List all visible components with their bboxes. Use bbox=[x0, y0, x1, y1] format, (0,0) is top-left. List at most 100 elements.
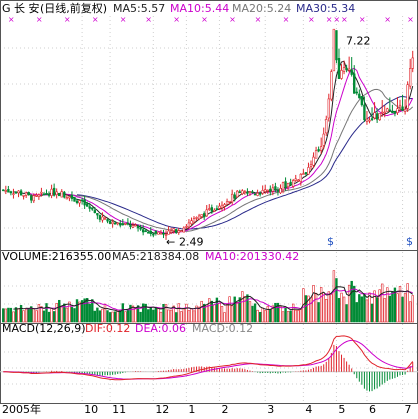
volume-bar bbox=[24, 308, 28, 323]
candle-body bbox=[325, 119, 328, 134]
volume-bar bbox=[233, 296, 236, 323]
volume-bar bbox=[17, 308, 20, 323]
candle-body bbox=[208, 208, 211, 210]
event-marker: × bbox=[36, 15, 43, 24]
candle-body bbox=[378, 113, 381, 120]
volume-bar bbox=[317, 302, 320, 323]
candle-body bbox=[149, 230, 152, 235]
candle-body bbox=[340, 70, 343, 79]
candle-body bbox=[246, 192, 249, 194]
x-tick-label: 4 bbox=[305, 403, 312, 415]
volume-bar bbox=[91, 299, 94, 323]
volume-bar bbox=[360, 296, 364, 323]
volume-bar bbox=[192, 310, 196, 323]
volume-bar bbox=[75, 299, 79, 323]
candle-body bbox=[383, 111, 386, 114]
volume-bar bbox=[297, 310, 300, 323]
volume-bar bbox=[253, 303, 257, 323]
volume-bar bbox=[4, 308, 8, 323]
volume-bar bbox=[177, 303, 180, 323]
candle-body bbox=[139, 227, 142, 230]
candle-body bbox=[368, 119, 371, 122]
volume-bar bbox=[304, 295, 308, 323]
candle-body bbox=[401, 106, 404, 111]
volume-bar bbox=[175, 312, 178, 323]
volume-bar bbox=[279, 306, 282, 323]
candle-body bbox=[269, 188, 272, 192]
volume-bar bbox=[103, 303, 107, 323]
candle-body bbox=[27, 192, 30, 196]
volume-bar bbox=[274, 302, 277, 323]
x-tick-label: 3 bbox=[267, 403, 274, 415]
x-tick-label: 1 bbox=[188, 403, 195, 415]
candle-body bbox=[159, 232, 163, 235]
candle-body bbox=[358, 93, 361, 99]
volume-bar bbox=[355, 302, 358, 323]
candle-body bbox=[42, 193, 46, 196]
ma20-label: MA20:5.24 bbox=[232, 2, 291, 15]
info-mark-1[interactable]: $ bbox=[327, 235, 334, 248]
volume-bar bbox=[12, 311, 15, 323]
volume-bar bbox=[55, 303, 58, 323]
candle-body bbox=[337, 58, 341, 79]
candle-body bbox=[243, 191, 247, 194]
candle-body bbox=[9, 191, 13, 194]
x-tick-label: 12 bbox=[155, 403, 169, 415]
candle-body bbox=[187, 222, 191, 228]
candle-body bbox=[162, 233, 165, 235]
candle-body bbox=[169, 230, 173, 233]
candle-body bbox=[103, 217, 107, 220]
candle-body bbox=[136, 226, 140, 229]
candle-body bbox=[93, 210, 97, 214]
candle-body bbox=[332, 28, 336, 72]
candle-body bbox=[286, 183, 290, 188]
candle-body bbox=[312, 156, 315, 166]
volume-bar bbox=[131, 305, 135, 323]
volume-bar bbox=[256, 309, 259, 323]
candle-body bbox=[213, 209, 216, 212]
info-mark-2[interactable]: $ bbox=[406, 235, 413, 248]
candle-body bbox=[141, 229, 145, 233]
x-tick-label: 2 bbox=[221, 403, 228, 415]
volume-bar bbox=[157, 307, 160, 323]
volume-bar bbox=[388, 295, 392, 323]
volume-bar bbox=[42, 310, 46, 323]
candle-body bbox=[98, 215, 102, 220]
candle-body bbox=[258, 192, 262, 195]
candle-body bbox=[200, 214, 203, 217]
volume-bar bbox=[40, 306, 43, 323]
candle-body bbox=[309, 164, 313, 167]
candle-body bbox=[279, 188, 282, 194]
volume-bar bbox=[391, 291, 394, 323]
event-marker: × bbox=[308, 15, 315, 24]
volume-bar bbox=[335, 278, 338, 323]
volume-bar bbox=[73, 308, 76, 323]
macd-dea-label: DEA:0.06 bbox=[135, 322, 186, 335]
volume-bar bbox=[309, 297, 313, 323]
candle-body bbox=[111, 221, 114, 225]
x-tick-label: 5 bbox=[338, 403, 345, 415]
candle-body bbox=[30, 195, 33, 201]
volume-bar bbox=[93, 310, 97, 323]
candle-body bbox=[411, 57, 414, 69]
volume-bar bbox=[14, 307, 18, 323]
volume-bar bbox=[119, 310, 122, 323]
volume-bar bbox=[139, 311, 142, 323]
low-price-arrow: ← bbox=[166, 236, 175, 249]
stock-name: 长 安 bbox=[14, 1, 40, 15]
volume-bar bbox=[342, 296, 346, 323]
candle-body bbox=[319, 146, 323, 151]
volume-bar bbox=[113, 311, 117, 323]
candle-body bbox=[96, 213, 99, 216]
volume-bar bbox=[58, 299, 61, 323]
volume-bar bbox=[358, 294, 361, 323]
volume-bar bbox=[299, 309, 303, 323]
candle-body bbox=[106, 219, 109, 222]
volume-bar bbox=[111, 311, 114, 323]
volume-bar bbox=[7, 307, 10, 323]
ma30-label: MA30:5.34 bbox=[296, 2, 355, 15]
candle-body bbox=[225, 201, 229, 205]
candle-body bbox=[175, 229, 178, 233]
volume-bar bbox=[126, 309, 130, 323]
candle-body bbox=[403, 108, 407, 112]
